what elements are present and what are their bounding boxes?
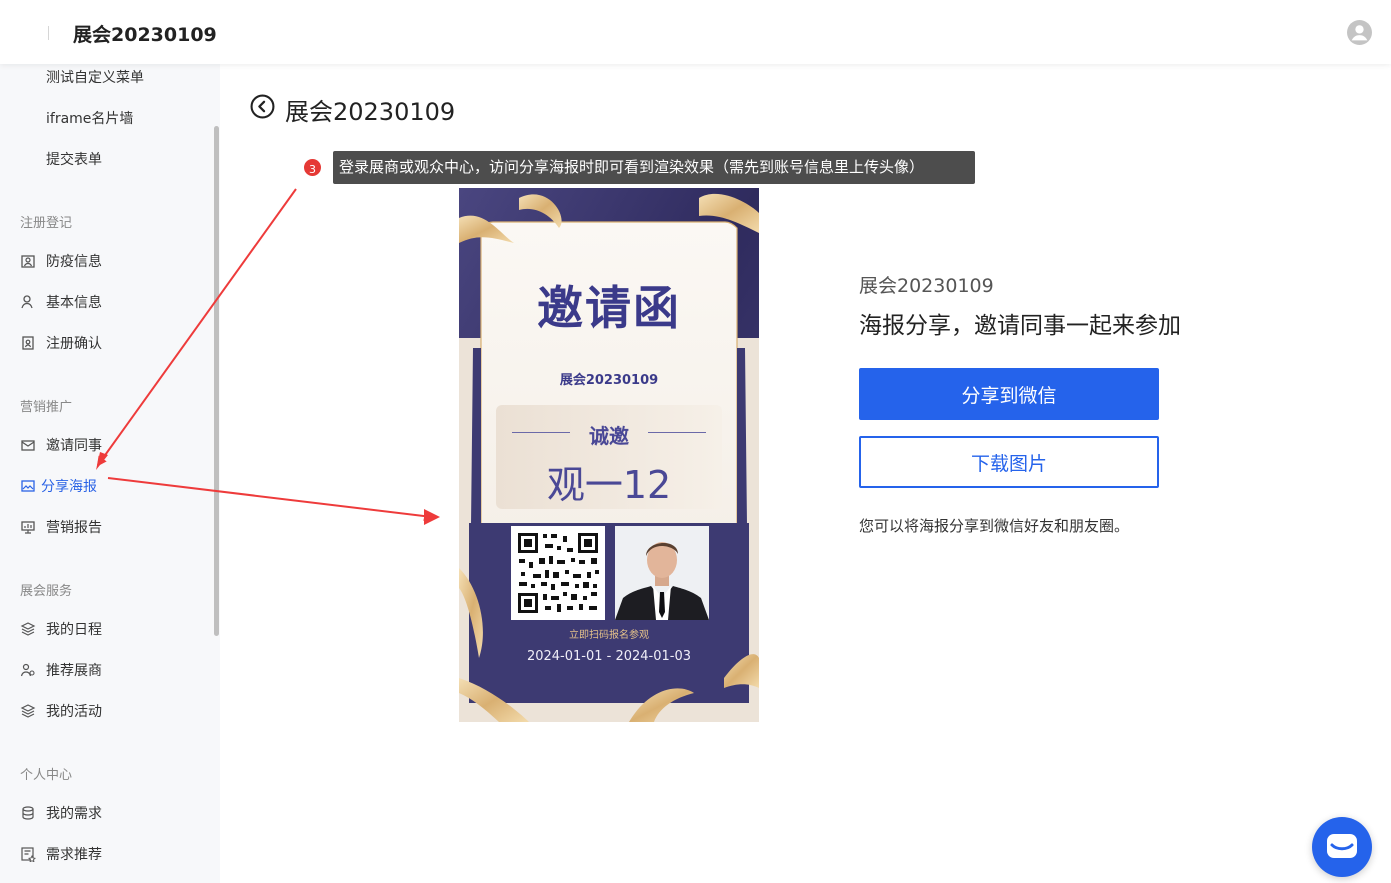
page-title: 展会20230109: [285, 98, 456, 126]
database-icon: [22, 806, 34, 820]
sidebar: 测试自定义菜单 iframe名片墙 提交表单 注册登记 防疫信息 基本信息 注册…: [0, 64, 220, 883]
sidebar-item-share-poster[interactable]: 分享海报: [20, 475, 97, 497]
layers-icon: [20, 622, 36, 636]
sidebar-item-recommended-exhibitors[interactable]: 推荐展商: [20, 659, 102, 681]
sidebar-item-invite-colleagues[interactable]: 邀请同事: [20, 434, 102, 456]
sidebar-item-basic-info[interactable]: 基本信息: [20, 291, 102, 313]
step-badge: 3: [302, 157, 323, 178]
sidebar-group-personal: 个人中心: [20, 768, 73, 783]
sidebar-item-marketing-report[interactable]: 营销报告: [20, 516, 102, 538]
recommend-doc-icon: [21, 847, 36, 862]
sidebar-item-label: 测试自定义菜单: [46, 70, 144, 86]
sidebar-item-registration-confirm[interactable]: 注册确认: [20, 332, 102, 354]
sidebar-item-label: 推荐展商: [46, 663, 102, 679]
event-subtitle: 展会20230109: [859, 275, 994, 297]
image-icon: [21, 480, 35, 492]
poster-date-range: 2024-01-01 - 2024-01-03: [526, 649, 692, 664]
share-note: 您可以将海报分享到微信好友和朋友圈。: [859, 517, 1130, 535]
layers-icon: [20, 704, 36, 718]
report-icon: [21, 521, 35, 534]
user-avatar-icon[interactable]: [1347, 20, 1372, 45]
share-headline: 海报分享，邀请同事一起来参加: [859, 313, 1181, 339]
sidebar-item-submit-form[interactable]: 提交表单: [46, 148, 102, 170]
app-title: 展会20230109: [73, 24, 217, 46]
sidebar-item-label: 基本信息: [46, 295, 102, 311]
avatar-photo: [615, 526, 709, 620]
back-icon[interactable]: [250, 94, 275, 119]
poster-invite-label: 诚邀: [589, 424, 629, 448]
sidebar-item-custom-menu[interactable]: 测试自定义菜单: [46, 66, 144, 88]
sidebar-item-my-activities[interactable]: 我的活动: [20, 700, 102, 722]
poster-heading: 邀请函: [537, 281, 681, 335]
qr-code: [511, 526, 605, 620]
sidebar-item-label: 需求推荐: [46, 847, 102, 863]
sidebar-group-registration: 注册登记: [20, 216, 73, 231]
sidebar-item-my-schedule[interactable]: 我的日程: [20, 618, 102, 640]
poster-event-name: 展会20230109: [559, 373, 659, 388]
download-image-button[interactable]: 下载图片: [859, 436, 1159, 488]
sidebar-item-label: 我的日程: [46, 622, 102, 638]
sidebar-item-iframe-card-wall[interactable]: iframe名片墙: [46, 107, 133, 129]
sidebar-group-marketing: 营销推广: [20, 400, 73, 415]
divider: [48, 26, 49, 40]
confirm-doc-icon: [22, 336, 34, 350]
health-icon: [21, 255, 35, 268]
sidebar-item-label: iframe名片墙: [46, 111, 134, 127]
sidebar-item-label: 我的活动: [46, 704, 102, 720]
share-to-wechat-button[interactable]: 分享到微信: [859, 368, 1159, 420]
sidebar-item-label: 防疫信息: [46, 254, 102, 270]
sidebar-group-services: 展会服务: [20, 584, 73, 599]
sidebar-item-label: 营销报告: [46, 520, 102, 536]
poster-scan-text: 立即扫码报名参观: [569, 630, 649, 641]
sidebar-item-health-info[interactable]: 防疫信息: [20, 250, 102, 272]
top-bar: 展会20230109: [0, 0, 1391, 64]
poster-guest-name: 观一12: [546, 463, 672, 507]
chat-button[interactable]: [1312, 817, 1372, 877]
sidebar-item-label: 邀请同事: [46, 438, 102, 454]
sidebar-item-label: 提交表单: [46, 152, 102, 168]
users-icon: [20, 663, 35, 677]
invitation-poster: 邀请函 展会20230109 诚邀 观一12 立即扫码报名参观 2024-01-…: [459, 188, 759, 722]
sidebar-item-label: 分享海报: [41, 479, 97, 495]
mail-icon: [21, 440, 35, 451]
user-icon: [21, 295, 33, 309]
hint-tooltip: 登录展商或观众中心，访问分享海报时即可看到渲染效果（需先到账号信息里上传头像）: [333, 151, 975, 184]
sidebar-scrollbar[interactable]: [214, 126, 219, 636]
sidebar-item-my-needs[interactable]: 我的需求: [20, 802, 102, 824]
chat-icon: [1327, 834, 1357, 858]
sidebar-item-needs-recommendation[interactable]: 需求推荐: [20, 843, 102, 865]
sidebar-item-label: 注册确认: [46, 336, 102, 352]
sidebar-item-label: 我的需求: [46, 806, 102, 822]
